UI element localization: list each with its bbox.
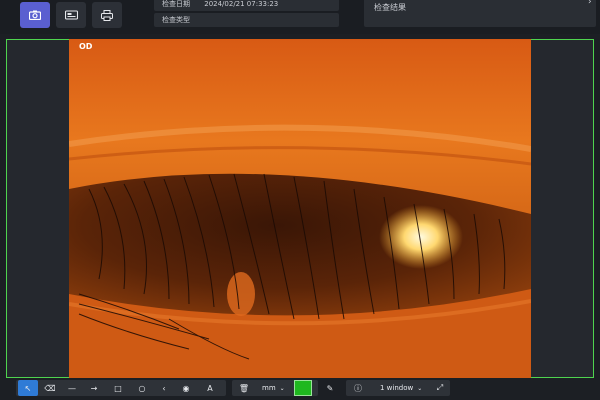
exam-date-field: 检查日期 2024/02/21 07:33:23 <box>154 0 339 11</box>
camera-icon <box>29 10 41 20</box>
capture-button[interactable] <box>20 2 50 28</box>
angle-tool-button[interactable]: ‹ <box>154 380 174 396</box>
delete-button[interactable]: 🗑 <box>234 380 254 396</box>
expand-chevron-icon[interactable]: › <box>588 0 592 7</box>
chevron-down-icon: ⌄ <box>417 384 423 392</box>
layout-select[interactable]: 1 window ⌄ <box>374 380 430 396</box>
select-tool-button[interactable]: ↖ <box>18 380 38 396</box>
eye-icon: ◉ <box>182 383 190 393</box>
angle-icon: ‹ <box>162 383 166 393</box>
top-toolbar: 检查日期 2024/02/21 07:33:23 检查类型 检查结果 › <box>0 0 600 34</box>
pen-icon: ✎ <box>326 383 334 393</box>
exam-date-label: 检查日期 <box>162 0 190 8</box>
layout-value: 1 window <box>380 384 414 392</box>
rectangle-icon: □ <box>114 383 122 393</box>
exam-type-field: 检查类型 <box>154 13 339 27</box>
line-tool-button[interactable]: — <box>62 380 82 396</box>
fullscreen-icon: ⤢ <box>436 383 444 392</box>
exam-result-label: 检查结果 <box>374 3 406 12</box>
line-icon: — <box>68 383 76 393</box>
eye-image <box>69 39 531 379</box>
cursor-icon: ↖ <box>24 383 32 393</box>
info-icon: ⓘ <box>354 383 362 393</box>
image-viewer[interactable]: OD <box>6 39 594 379</box>
eraser-icon: ⌫ <box>44 383 56 393</box>
unit-value: mm <box>262 384 276 392</box>
arrow-tool-button[interactable]: → <box>84 380 104 396</box>
annotation-toolbar: ↖ ⌫ — → □ ○ ‹ ◉ A 🗑 mm ⌄ ⓘ ✎ 1 window ⌄ <box>0 378 600 400</box>
rectangle-tool-button[interactable]: □ <box>108 380 128 396</box>
exam-date-value: 2024/02/21 07:33:23 <box>204 0 279 8</box>
visibility-tool-button[interactable]: ◉ <box>176 380 196 396</box>
record-button[interactable] <box>56 2 86 28</box>
unit-select[interactable]: mm ⌄ <box>258 380 288 396</box>
circle-tool-button[interactable]: ○ <box>132 380 152 396</box>
info-button[interactable]: ⓘ <box>348 380 368 396</box>
pen-tool-button[interactable]: ✎ <box>320 380 340 396</box>
annotation-color-swatch[interactable] <box>294 380 312 396</box>
eye-side-label: OD <box>79 42 93 51</box>
text-tool-button[interactable]: A <box>200 380 220 396</box>
exam-result-field[interactable]: 检查结果 <box>364 0 596 27</box>
print-icon <box>101 9 113 21</box>
exam-type-label: 检查类型 <box>162 16 190 24</box>
arrow-icon: → <box>90 383 98 393</box>
circle-icon: ○ <box>138 383 146 393</box>
eraser-tool-button[interactable]: ⌫ <box>40 380 60 396</box>
trash-icon: 🗑 <box>238 383 250 393</box>
text-icon: A <box>207 383 213 393</box>
video-icon <box>64 10 78 20</box>
chevron-down-icon: ⌄ <box>279 384 285 392</box>
print-button[interactable] <box>92 2 122 28</box>
fullscreen-button[interactable]: ⤢ <box>430 380 450 396</box>
